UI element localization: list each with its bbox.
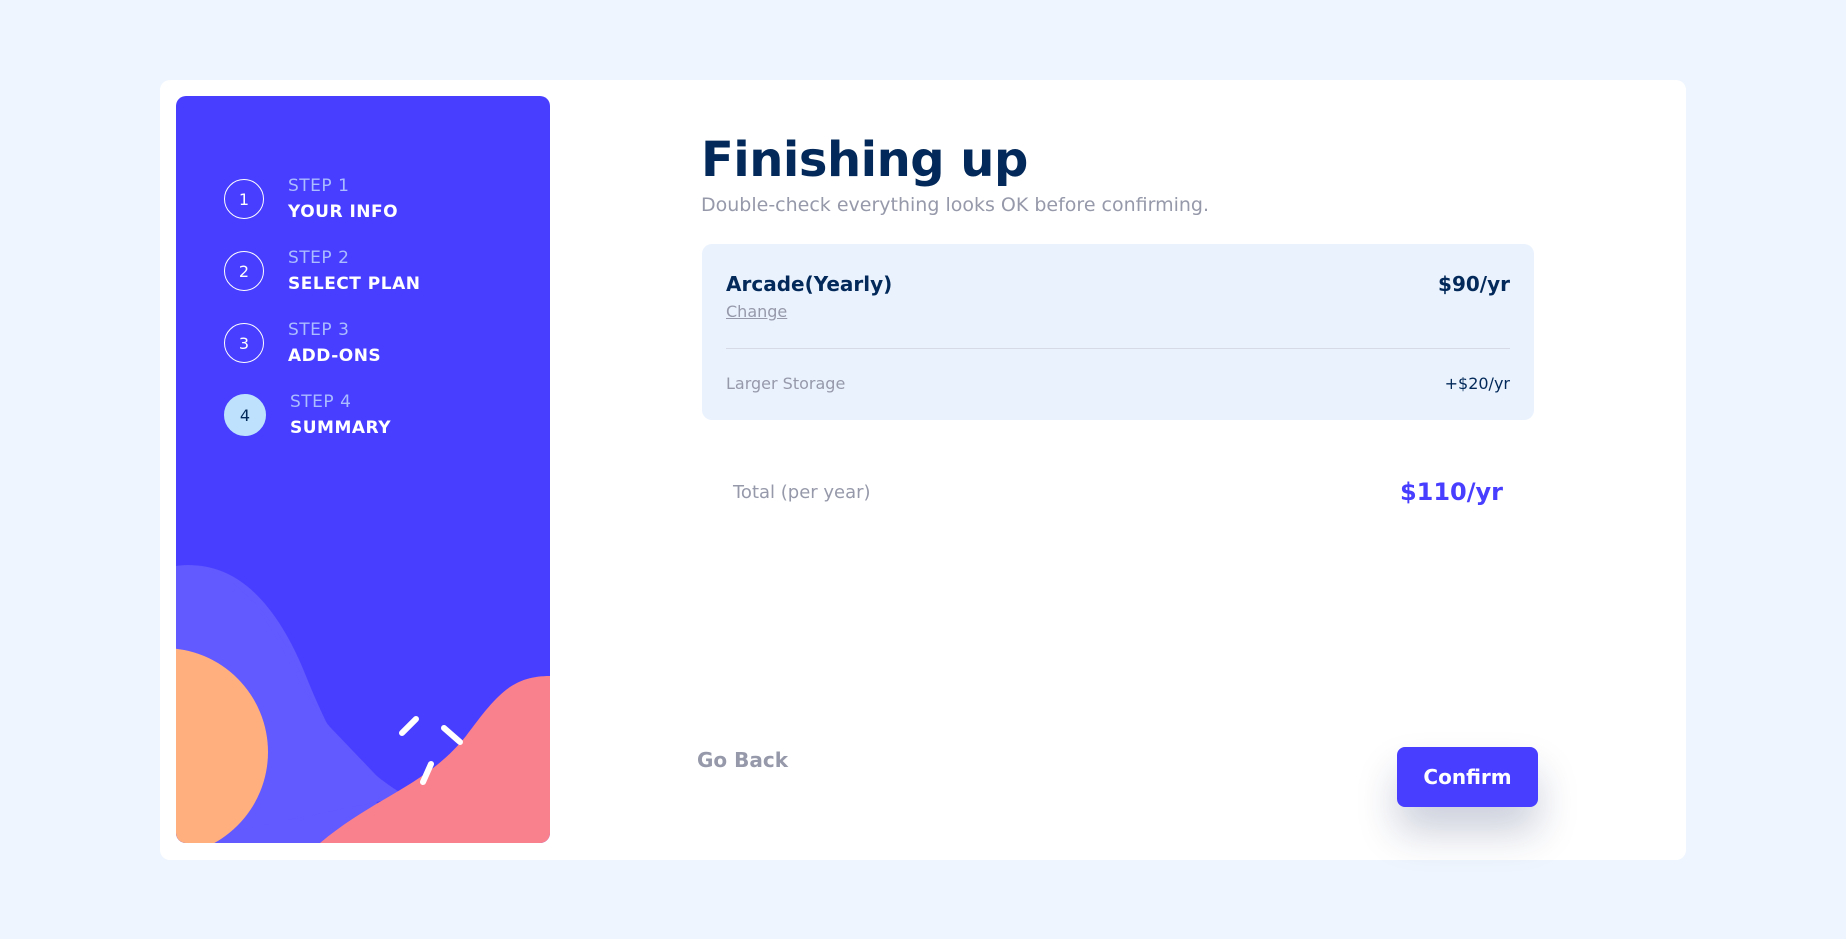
step-1[interactable]: 1 STEP 1 YOUR INFO xyxy=(224,176,398,222)
order-summary: Arcade(Yearly) $90/yr Change Larger Stor… xyxy=(702,244,1534,420)
step-3[interactable]: 3 STEP 3 ADD-ONS xyxy=(224,320,381,366)
step-number: 2 xyxy=(224,251,264,291)
plan-row: Arcade(Yearly) $90/yr xyxy=(726,272,1510,296)
step-title: SUMMARY xyxy=(290,418,392,438)
step-title: ADD-ONS xyxy=(288,346,382,366)
total-label: Total (per year) xyxy=(733,481,871,503)
step-4[interactable]: 4 STEP 4 SUMMARY xyxy=(224,392,391,438)
step-label: STEP 2 xyxy=(288,248,350,268)
total-row: Total (per year) $110/yr xyxy=(733,478,1503,506)
step-title: YOUR INFO xyxy=(288,202,399,222)
total-price: $110/yr xyxy=(1399,478,1503,506)
step-number: 3 xyxy=(224,323,264,363)
step-number: 1 xyxy=(224,179,264,219)
step-2[interactable]: 2 STEP 2 SELECT PLAN xyxy=(224,248,420,294)
addon-name: Larger Storage xyxy=(726,374,846,393)
step-number: 4 xyxy=(224,394,266,436)
form-card: 1 STEP 1 YOUR INFO 2 STEP 2 SELECT PLAN … xyxy=(160,80,1686,860)
main-content: Finishing up Double-check everything loo… xyxy=(697,80,1551,860)
change-plan-link[interactable]: Change xyxy=(726,302,787,321)
sidebar: 1 STEP 1 YOUR INFO 2 STEP 2 SELECT PLAN … xyxy=(176,96,550,843)
plan-name: Arcade(Yearly) xyxy=(726,272,893,296)
addon-row: Larger Storage +$20/yr xyxy=(726,374,1510,393)
step-title: SELECT PLAN xyxy=(288,274,421,294)
divider xyxy=(726,348,1510,349)
step-label: STEP 4 xyxy=(290,392,352,412)
page-title: Finishing up xyxy=(701,132,1028,188)
plan-price: $90/yr xyxy=(1438,272,1510,296)
sparkle-line xyxy=(399,716,419,736)
step-label: STEP 1 xyxy=(288,176,350,196)
sparkle-line xyxy=(441,725,463,745)
addon-price: +$20/yr xyxy=(1444,374,1510,393)
page-subtitle: Double-check everything looks OK before … xyxy=(701,194,1210,216)
step-label: STEP 3 xyxy=(288,320,350,340)
confirm-button[interactable]: Confirm xyxy=(1397,747,1538,807)
go-back-button[interactable]: Go Back xyxy=(697,748,788,772)
